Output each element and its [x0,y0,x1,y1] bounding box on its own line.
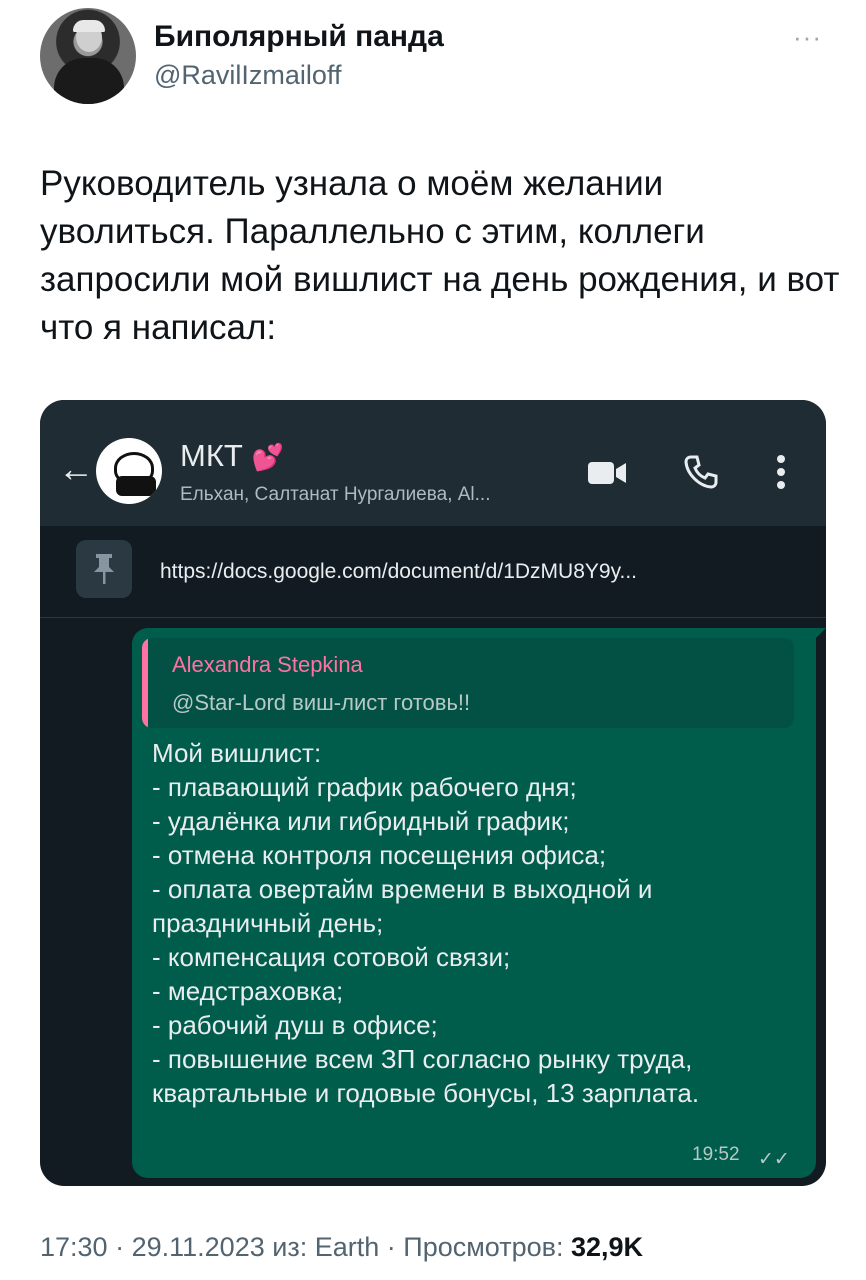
tweet-text: Руководитель узнала о моём желании уволи… [40,164,840,347]
quoted-author: Alexandra Stepkina [172,652,363,677]
bubble-tail [812,628,826,642]
quoted-text: @Star-Lord виш-лист готовь!! [172,690,471,715]
message-text: Мой вишлист: - плавающий график рабочего… [152,738,700,1108]
tweet-media-image[interactable]: ← МКТ 💕 Ельхан, Салтанат Нургалиева, Al.… [40,400,826,1186]
pin-icon [76,540,132,598]
more-vert-icon[interactable] [776,454,786,490]
phone-call-icon[interactable] [683,454,719,490]
ellipsis-icon[interactable]: ··· [793,22,822,53]
chat-title-text: МКТ [180,438,243,473]
chat-participants: Ельхан, Салтанат Нургалиева, Al... [180,484,491,505]
message-time: 19:52 [692,1144,740,1165]
tweet-source: Earth [314,1232,380,1262]
views-count[interactable]: 32,9K [571,1232,643,1262]
group-avatar[interactable] [96,438,162,504]
chat-title[interactable]: МКТ 💕 [180,438,284,474]
message-bubble[interactable]: Alexandra Stepkina @Star-Lord виш-лист г… [132,628,816,1178]
back-arrow-icon[interactable]: ← [58,448,94,490]
double-check-icon: ✓✓ [758,1149,790,1170]
heart-emoji: 💕 [251,442,284,472]
chat-header: ← МКТ 💕 Ельхан, Салтанат Нургалиева, Al.… [40,400,826,526]
views-label: Просмотров: [403,1232,564,1262]
user-handle[interactable]: @RavilIzmailoff [154,60,341,91]
profile-avatar[interactable] [40,8,136,104]
source-prefix: из: [272,1232,308,1262]
tweet-date[interactable]: 29.11.2023 [132,1232,265,1262]
tweet-time[interactable]: 17:30 [40,1232,108,1262]
pinned-message-bar[interactable]: https://docs.google.com/document/d/1DzMU… [40,526,826,618]
quoted-reply[interactable]: Alexandra Stepkina @Star-Lord виш-лист г… [142,638,794,728]
video-call-icon[interactable] [588,460,626,486]
display-name[interactable]: Биполярный панда [154,20,444,54]
tweet-metadata: 17:30 · 29.11.2023 из: Earth · Просмотро… [40,1232,644,1262]
pinned-link[interactable]: https://docs.google.com/document/d/1DzMU… [160,560,637,584]
